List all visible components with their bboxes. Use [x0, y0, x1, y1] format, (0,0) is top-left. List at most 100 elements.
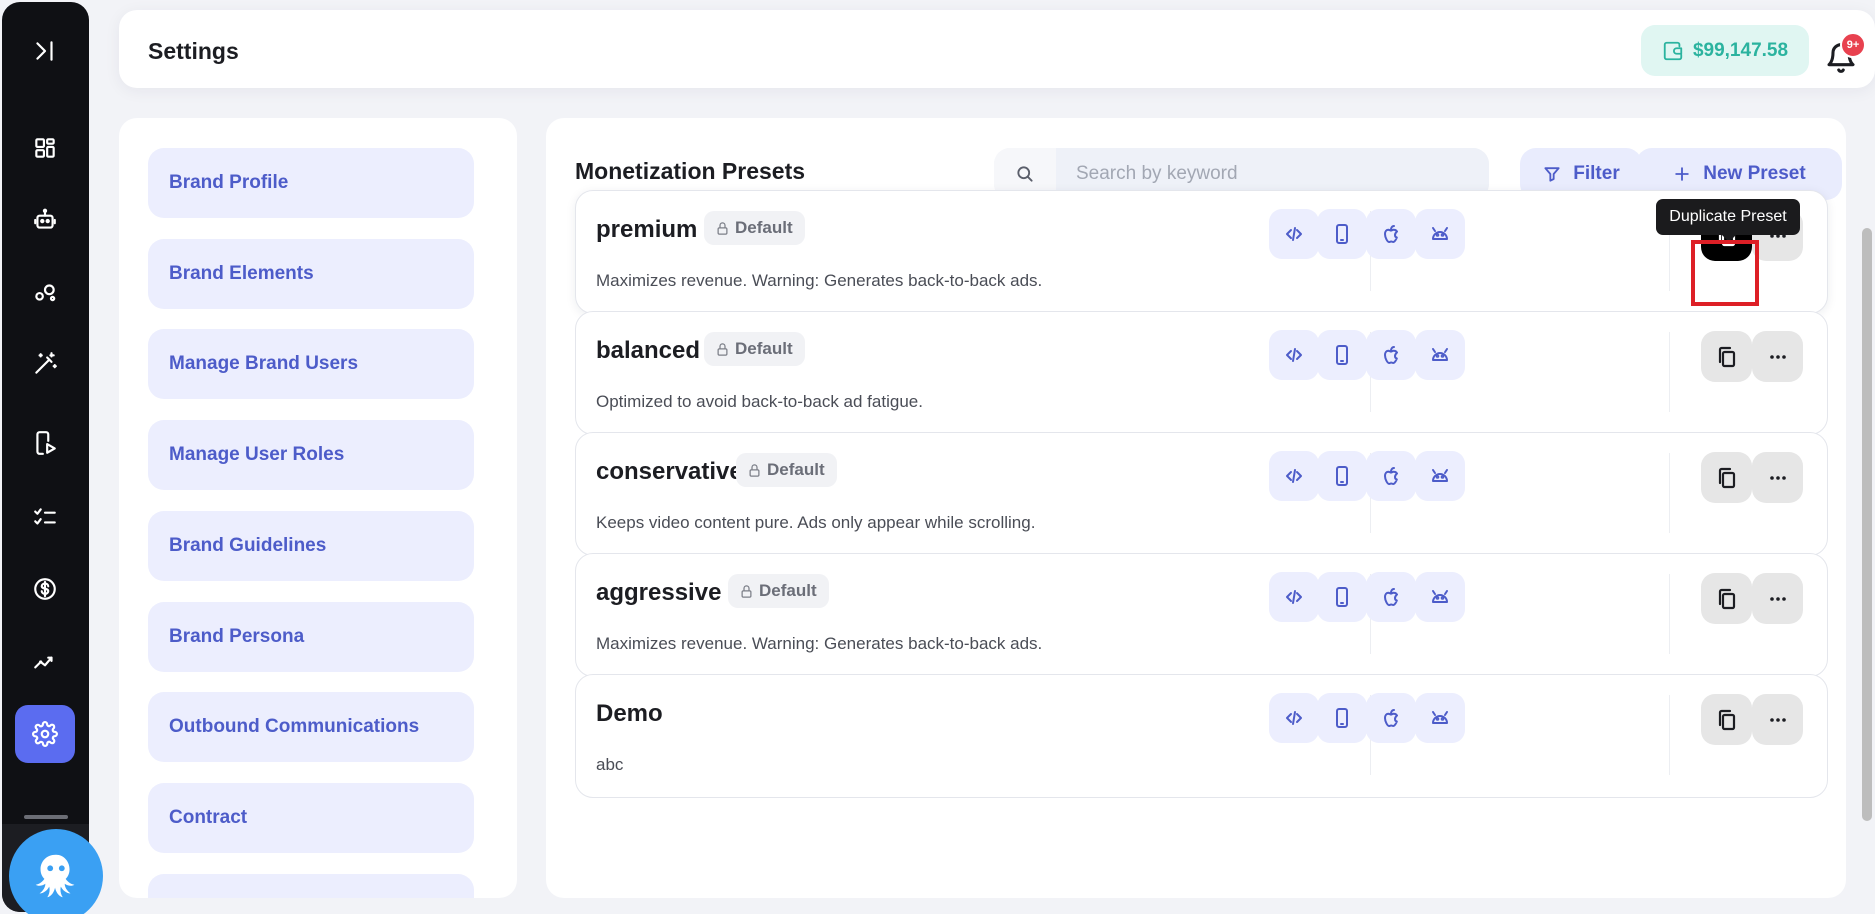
platform-android-button[interactable]	[1415, 572, 1465, 622]
more-options-button[interactable]	[1752, 694, 1803, 745]
menu-item-partial[interactable]	[148, 874, 474, 898]
code-icon	[1286, 348, 1302, 362]
notifications-button[interactable]: 9+	[1823, 32, 1866, 76]
preset-description: Optimized to avoid back-to-back ad fatig…	[596, 392, 923, 411]
mobile-icon	[1336, 224, 1348, 244]
expand-sidebar-button[interactable]	[15, 22, 75, 80]
android-icon	[1432, 590, 1448, 603]
default-badge: Default	[728, 574, 829, 608]
nav-settings[interactable]	[15, 705, 75, 763]
ellipsis-icon	[1769, 475, 1786, 480]
filter-icon	[1544, 167, 1560, 182]
platform-web-button[interactable]	[1269, 330, 1319, 380]
menu-item-brand-guidelines[interactable]: Brand Guidelines	[148, 511, 474, 581]
apple-icon	[1384, 346, 1398, 364]
lock-icon	[749, 463, 760, 477]
android-icon	[1432, 227, 1448, 240]
preset-card[interactable]: conservative Default Keeps video content p…	[575, 432, 1828, 556]
duplicate-preset-button[interactable]	[1701, 452, 1752, 503]
more-options-button[interactable]	[1752, 452, 1803, 503]
ellipsis-icon	[1769, 717, 1786, 722]
copy-icon	[1718, 346, 1735, 367]
mobile-icon	[1336, 466, 1348, 486]
duplicate-preset-button[interactable]	[1701, 331, 1752, 382]
page-scrollbar-thumb[interactable]	[1862, 228, 1872, 821]
menu-item-brand-profile[interactable]: Brand Profile	[148, 148, 474, 218]
nav-magic[interactable]	[15, 335, 75, 393]
nav-circles[interactable]	[15, 263, 75, 321]
mobile-icon	[1336, 708, 1348, 728]
duplicate-preset-button[interactable]	[1701, 694, 1752, 745]
platform-mobile-button[interactable]	[1317, 572, 1367, 622]
more-options-button[interactable]	[1752, 573, 1803, 624]
expand-icon	[36, 41, 53, 61]
platform-web-button[interactable]	[1269, 572, 1319, 622]
platform-mobile-button[interactable]	[1317, 693, 1367, 743]
section-title: Monetization Presets	[575, 158, 806, 184]
preset-description: Keeps video content pure. Ads only appea…	[596, 513, 1036, 532]
menu-item-manage-brand-users[interactable]: Manage Brand Users	[148, 329, 474, 399]
default-badge-label: Default	[767, 460, 825, 479]
dollar-icon	[34, 578, 56, 600]
filter-label: Filter	[1573, 163, 1620, 184]
platform-ios-button[interactable]	[1366, 451, 1416, 501]
duplicate-tooltip: Duplicate Preset	[1656, 199, 1800, 242]
nav-tasks[interactable]	[15, 488, 75, 546]
default-badge-label: Default	[735, 218, 793, 237]
duplicate-preset-button[interactable]	[1701, 573, 1752, 624]
platform-mobile-button[interactable]	[1317, 209, 1367, 259]
new-preset-label: New Preset	[1703, 163, 1806, 184]
platform-ios-button[interactable]	[1366, 209, 1416, 259]
platform-android-button[interactable]	[1415, 451, 1465, 501]
circles-icon	[35, 284, 56, 302]
nav-dashboard[interactable]	[15, 119, 75, 177]
code-icon	[1286, 711, 1302, 725]
platform-web-button[interactable]	[1269, 451, 1319, 501]
left-rail	[2, 2, 89, 912]
brand-avatar[interactable]	[9, 829, 103, 914]
platform-android-button[interactable]	[1415, 209, 1465, 259]
wallet-balance[interactable]: $99,147.58	[1641, 25, 1809, 76]
settings-menu: Brand Profile Brand Elements Manage Bran…	[119, 118, 517, 898]
preset-description: abc	[596, 755, 624, 774]
preset-name: balanced	[596, 337, 701, 364]
preset-name: aggressive	[596, 579, 722, 606]
nav-monetization[interactable]	[15, 560, 75, 618]
more-options-button[interactable]	[1752, 331, 1803, 382]
code-icon	[1286, 590, 1302, 604]
preset-description: Maximizes revenue. Warning: Generates ba…	[596, 634, 1043, 653]
platform-ios-button[interactable]	[1366, 572, 1416, 622]
nav-video[interactable]	[15, 414, 75, 472]
analytics-icon	[34, 656, 53, 669]
platform-web-button[interactable]	[1269, 693, 1319, 743]
nav-robot[interactable]	[15, 191, 75, 249]
menu-item-manage-user-roles[interactable]: Manage User Roles	[148, 420, 474, 490]
menu-item-brand-elements[interactable]: Brand Elements	[148, 239, 474, 309]
card-divider	[1669, 574, 1670, 654]
checklist-icon	[34, 508, 56, 525]
menu-item-outbound-communications[interactable]: Outbound Communications	[148, 692, 474, 762]
apple-icon	[1384, 588, 1398, 606]
platform-ios-button[interactable]	[1366, 693, 1416, 743]
monetization-presets-panel: Monetization Presets Filter New Preset p…	[546, 118, 1846, 898]
preset-card[interactable]: Demo abc	[575, 674, 1828, 798]
default-badge-label: Default	[759, 581, 817, 600]
android-icon	[1432, 711, 1448, 724]
settings-icon	[32, 721, 58, 747]
menu-item-contract[interactable]: Contract	[148, 783, 474, 853]
preset-card[interactable]: aggressive Default Maximizes revenue. Warn…	[575, 553, 1828, 677]
preset-card[interactable]: premium Default Maximizes revenue. Warning…	[575, 190, 1828, 314]
nav-analytics[interactable]	[15, 633, 75, 691]
platform-android-button[interactable]	[1415, 330, 1465, 380]
platform-web-button[interactable]	[1269, 209, 1319, 259]
apple-icon	[1384, 467, 1398, 485]
ellipsis-icon	[1769, 354, 1786, 359]
platform-ios-button[interactable]	[1366, 330, 1416, 380]
platform-mobile-button[interactable]	[1317, 330, 1367, 380]
code-icon	[1286, 227, 1302, 241]
preset-card[interactable]: balanced Default Optimized to avoid back-t…	[575, 311, 1828, 435]
code-icon	[1286, 469, 1302, 483]
menu-item-brand-persona[interactable]: Brand Persona	[148, 602, 474, 672]
platform-mobile-button[interactable]	[1317, 451, 1367, 501]
platform-android-button[interactable]	[1415, 693, 1465, 743]
